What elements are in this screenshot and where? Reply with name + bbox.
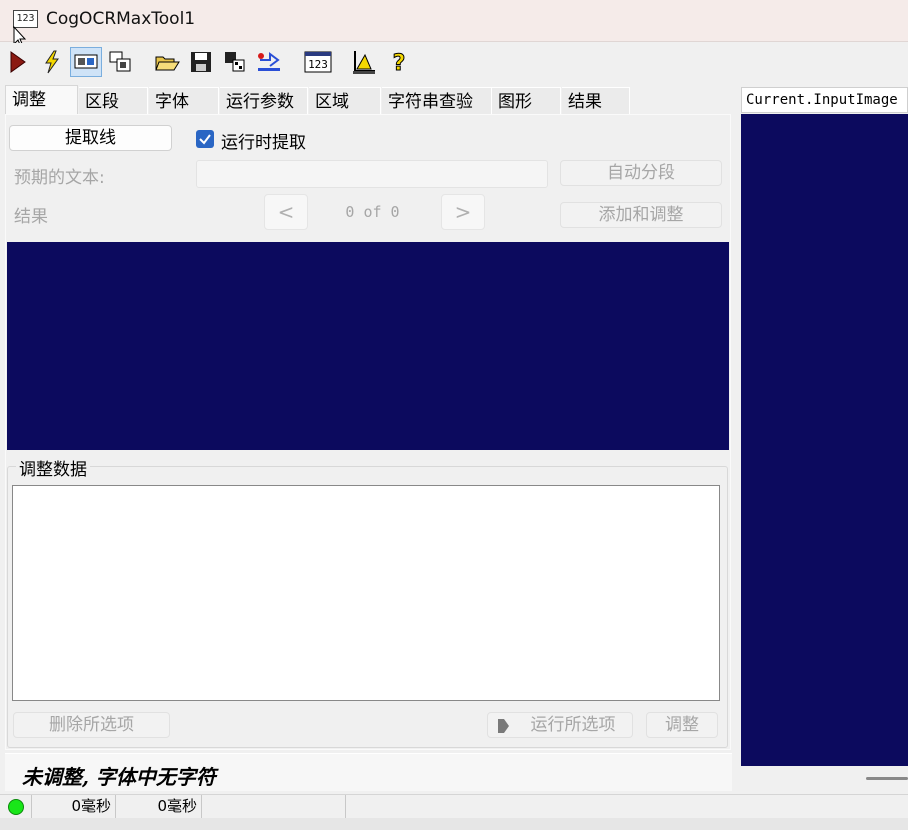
image-panel-header[interactable]: Current.InputImage	[741, 87, 908, 113]
status-led-cell	[0, 795, 32, 819]
tune-data-group-label: 调整数据	[16, 455, 90, 480]
tune-image-display[interactable]	[7, 242, 729, 450]
result-label: 结果	[14, 207, 48, 227]
123-icon[interactable]: 123	[302, 47, 334, 77]
status-message: 未调整, 字体中无字符	[22, 765, 216, 789]
svg-text:123: 123	[308, 58, 328, 71]
time-cell-1: 0毫秒	[32, 795, 116, 819]
expected-text-input[interactable]	[196, 160, 548, 188]
run-selected-button[interactable]: 运行所选项	[487, 712, 633, 738]
scrollbar-thumb[interactable]	[866, 777, 908, 780]
image-panel-scrollbar[interactable]	[741, 766, 908, 792]
delete-selected-button[interactable]: 删除所选项	[13, 712, 170, 738]
status-led-icon	[8, 799, 24, 815]
toolbar: 123 ?	[0, 43, 908, 81]
add-and-tune-button[interactable]: 添加和调整	[560, 202, 722, 228]
image-toggle-icon[interactable]	[70, 47, 102, 77]
tab-results[interactable]: 结果	[562, 87, 630, 115]
tune-data-list[interactable]	[12, 485, 720, 701]
prev-result-button[interactable]: <	[264, 194, 308, 230]
status-cell-empty	[202, 795, 346, 819]
next-result-button[interactable]: >	[441, 194, 485, 230]
tab-graphics[interactable]: 图形	[492, 87, 561, 115]
svg-text:?: ?	[393, 51, 406, 75]
time-cell-2: 0毫秒	[116, 795, 202, 819]
lightning-icon[interactable]	[36, 47, 68, 77]
expected-text-label: 预期的文本:	[14, 168, 105, 188]
image-pin-icon[interactable]	[104, 47, 136, 77]
copy-icon[interactable]	[219, 47, 251, 77]
run-selected-icon	[498, 719, 509, 733]
extract-on-run-checkbox[interactable]	[196, 130, 214, 148]
reset-icon[interactable]	[253, 47, 285, 77]
run-icon[interactable]	[2, 47, 34, 77]
auto-segment-button[interactable]: 自动分段	[560, 160, 722, 186]
run-selected-label: 运行所选项	[530, 715, 616, 735]
tab-segment[interactable]: 区段	[79, 87, 148, 115]
status-message-bar: 未调整, 字体中无字符	[5, 753, 732, 791]
tab-string-check[interactable]: 字符串查验	[382, 87, 492, 115]
extract-lines-button[interactable]: 提取线	[9, 125, 172, 151]
status-bar: 0毫秒 0毫秒	[0, 794, 908, 819]
measure-icon[interactable]	[348, 47, 380, 77]
window-title: CogOCRMaxTool1	[46, 9, 196, 29]
tab-region[interactable]: 区域	[309, 87, 381, 115]
result-page-counter: 0 of 0	[345, 203, 400, 221]
tab-run-params[interactable]: 运行参数	[220, 87, 308, 115]
title-bar: 123 CogOCRMaxTool1	[0, 0, 908, 42]
input-image-display[interactable]	[741, 114, 908, 766]
window-bottom-edge	[0, 818, 908, 830]
tab-tune[interactable]: 调整	[5, 85, 78, 116]
tab-font[interactable]: 字体	[149, 87, 219, 115]
open-folder-icon[interactable]	[151, 47, 183, 77]
help-icon[interactable]: ?	[383, 47, 415, 77]
save-icon[interactable]	[185, 47, 217, 77]
extract-on-run-label: 运行时提取	[221, 133, 306, 153]
tune-button[interactable]: 调整	[646, 712, 718, 738]
checkmark-icon	[199, 134, 211, 145]
